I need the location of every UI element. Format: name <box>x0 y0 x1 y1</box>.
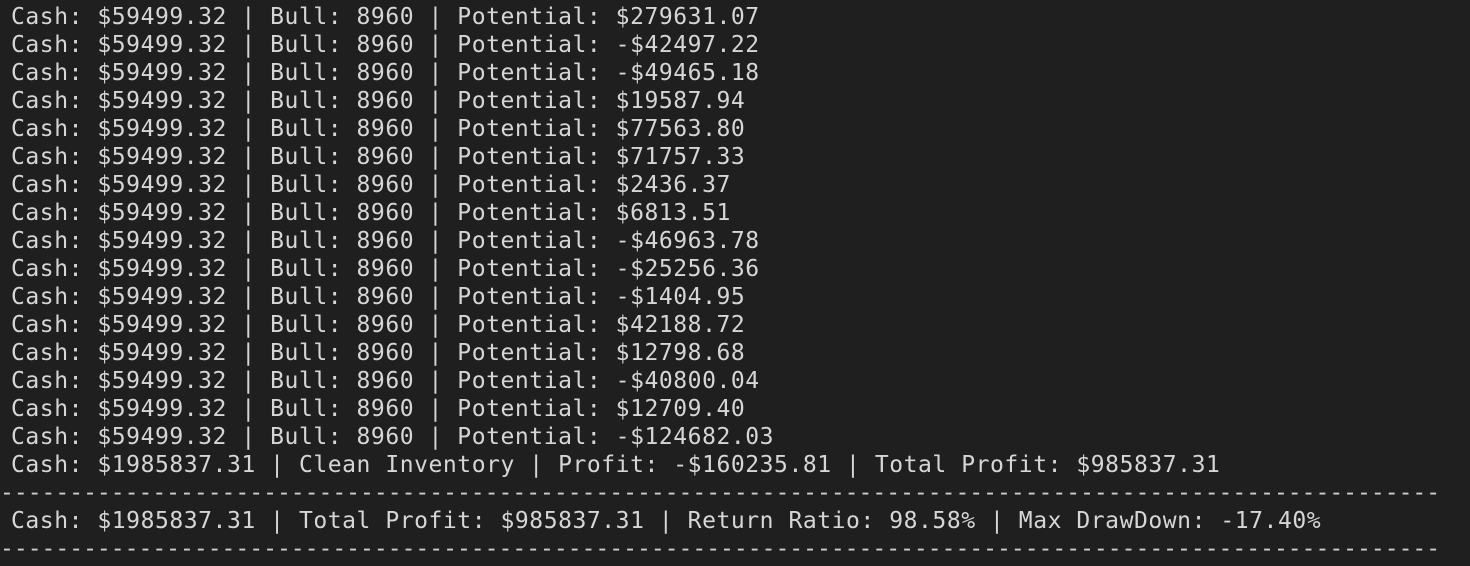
log-line: Cash: $59499.32 | Bull: 8960 | Potential… <box>11 256 760 282</box>
log-line: Cash: $59499.32 | Bull: 8960 | Potential… <box>11 368 760 394</box>
log-line: Cash: $59499.32 | Bull: 8960 | Potential… <box>11 424 775 450</box>
log-line: Cash: $59499.32 | Bull: 8960 | Potential… <box>11 396 746 422</box>
log-line: Cash: $59499.32 | Bull: 8960 | Potential… <box>11 172 731 198</box>
log-line: Cash: $59499.32 | Bull: 8960 | Potential… <box>11 144 746 170</box>
log-line: Cash: $59499.32 | Bull: 8960 | Potential… <box>11 340 746 366</box>
separator-line-bottom: ----------------------------------------… <box>0 536 1441 562</box>
log-line: Cash: $59499.32 | Bull: 8960 | Potential… <box>11 312 746 338</box>
log-line: Cash: $59499.32 | Bull: 8960 | Potential… <box>11 88 746 114</box>
log-line: Cash: $59499.32 | Bull: 8960 | Potential… <box>11 200 731 226</box>
summary-line: Cash: $1985837.31 | Total Profit: $98583… <box>11 508 1322 534</box>
log-line: Cash: $59499.32 | Bull: 8960 | Potential… <box>11 32 760 58</box>
log-line: Cash: $59499.32 | Bull: 8960 | Potential… <box>11 284 746 310</box>
final-log-line: Cash: $1985837.31 | Clean Inventory | Pr… <box>11 452 1221 478</box>
terminal-output[interactable]: Cash: $59499.32 | Bull: 8960 | Potential… <box>0 0 1470 566</box>
log-line: Cash: $59499.32 | Bull: 8960 | Potential… <box>11 228 760 254</box>
log-line: Cash: $59499.32 | Bull: 8960 | Potential… <box>11 4 760 30</box>
separator-line: ----------------------------------------… <box>0 480 1441 506</box>
log-line: Cash: $59499.32 | Bull: 8960 | Potential… <box>11 116 746 142</box>
log-line: Cash: $59499.32 | Bull: 8960 | Potential… <box>11 60 760 86</box>
